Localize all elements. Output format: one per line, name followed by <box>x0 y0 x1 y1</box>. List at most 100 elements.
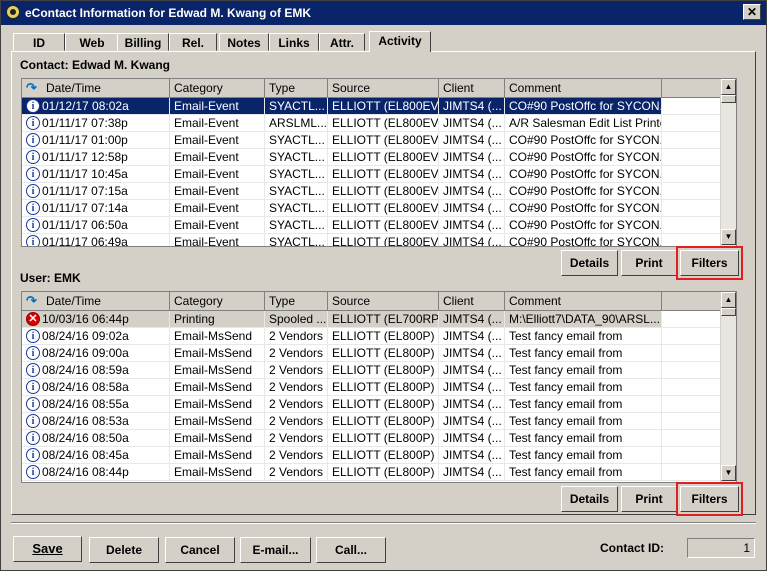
column-header-comment[interactable]: Comment <box>505 79 662 97</box>
cell-type: SYACTL... <box>265 234 328 246</box>
scroll-up-icon[interactable]: ▲ <box>721 79 736 95</box>
scroll-down-icon[interactable]: ▼ <box>721 465 736 481</box>
cell-blank <box>662 396 722 413</box>
table-row[interactable]: 01/11/17 10:45a Email-Event SYACTL... ELLIO… <box>22 166 722 183</box>
table-row[interactable]: 01/12/17 08:02a Email-Event SYACTL... ELLIO… <box>22 98 722 115</box>
cell-source: ELLIOTT (EL800EV) <box>328 149 439 166</box>
call-button[interactable]: Call... <box>316 537 386 563</box>
table-row[interactable]: 01/11/17 12:58p Email-Event SYACTL... ELLIO… <box>22 149 722 166</box>
table-row[interactable]: 08/24/16 09:02a Email-MsSend 2 Vendors ELLI… <box>22 328 722 345</box>
cell-client: JIMTS4 (... <box>439 413 505 430</box>
cell-comment: A/R Salesman Edit List Printe... <box>505 115 662 132</box>
table-row[interactable]: 08/24/16 08:59a Email-MsSend 2 Vendors ELLI… <box>22 362 722 379</box>
table-row[interactable]: 01/11/17 06:49a Email-Event SYACTL... ELLIO… <box>22 234 722 246</box>
contact-filters-button[interactable]: Filters <box>676 246 743 280</box>
table-row[interactable]: 08/24/16 08:53a Email-MsSend 2 Vendors ELLI… <box>22 413 722 430</box>
tab-notes[interactable]: Notes <box>219 33 269 51</box>
cell-client: JIMTS4 (... <box>439 396 505 413</box>
cell-client: JIMTS4 (... <box>439 379 505 396</box>
column-header-type[interactable]: Type <box>265 292 328 310</box>
save-label: Save <box>32 541 63 556</box>
info-icon: i <box>26 218 40 232</box>
cell-client: JIMTS4 (... <box>439 200 505 217</box>
cell-type: SYACTL... <box>265 149 328 166</box>
cell-comment: Test fancy email from <box>505 396 662 413</box>
user-filters-button[interactable]: Filters <box>676 482 743 516</box>
user-activity-grid[interactable]: Date/Time Category Type Source Client Comment… <box>21 291 737 483</box>
contact-section-label: Contact: Edwad M. Kwang <box>20 58 170 72</box>
vertical-scrollbar[interactable]: ▲ ▼ <box>720 292 736 482</box>
column-header-client[interactable]: Client <box>439 292 505 310</box>
table-row[interactable]: 08/24/16 09:00a Email-MsSend 2 Vendors ELLI… <box>22 345 722 362</box>
column-header-type[interactable]: Type <box>265 79 328 97</box>
table-row[interactable]: 08/24/16 08:45a Email-MsSend 2 Vendors ELLI… <box>22 447 722 464</box>
table-row[interactable]: 01/11/17 06:50a Email-Event SYACTL... ELLIO… <box>22 217 722 234</box>
cell-category: Email-Event <box>170 149 265 166</box>
sort-icon[interactable]: ↷ <box>26 81 37 95</box>
cell-blank <box>662 430 722 447</box>
column-header-source[interactable]: Source <box>328 79 439 97</box>
table-row[interactable]: 08/24/16 08:44p Email-MsSend 2 Vendors ELLI… <box>22 464 722 481</box>
table-row[interactable]: 08/24/16 08:55a Email-MsSend 2 Vendors ELLI… <box>22 396 722 413</box>
column-header-comment[interactable]: Comment <box>505 292 662 310</box>
info-icon: i <box>26 414 40 428</box>
cell-date: 01/11/17 01:00p <box>22 132 170 149</box>
contact-details-button[interactable]: Details <box>561 250 618 276</box>
scroll-thumb[interactable] <box>721 308 736 316</box>
cell-source: ELLIOTT (EL800P) <box>328 396 439 413</box>
table-row[interactable]: 08/24/16 08:50a Email-MsSend 2 Vendors ELLI… <box>22 430 722 447</box>
tab-activity[interactable]: Activity <box>369 31 431 52</box>
cell-source: ELLIOTT (EL800EV) <box>328 200 439 217</box>
scroll-down-icon[interactable]: ▼ <box>721 229 736 245</box>
table-row[interactable]: 10/03/16 06:44p Printing Spooled ... ELLIOT… <box>22 311 722 328</box>
tab-billing[interactable]: Billing <box>117 33 169 51</box>
close-button[interactable]: ✕ <box>743 4 761 20</box>
cell-date: 01/12/17 08:02a <box>22 98 170 115</box>
email-button[interactable]: E-mail... <box>240 537 311 563</box>
table-row[interactable]: 01/11/17 01:00p Email-Event SYACTL... ELLIO… <box>22 132 722 149</box>
cell-comment: Test fancy email from <box>505 447 662 464</box>
info-icon: i <box>26 116 40 130</box>
cell-comment: Test fancy email from <box>505 345 662 362</box>
contact-print-button[interactable]: Print <box>621 250 677 276</box>
column-header-source[interactable]: Source <box>328 292 439 310</box>
scroll-up-icon[interactable]: ▲ <box>721 292 736 308</box>
sort-icon[interactable]: ↷ <box>26 294 37 308</box>
cell-date: 01/11/17 07:15a <box>22 183 170 200</box>
cancel-button[interactable]: Cancel <box>165 537 235 563</box>
tab-links[interactable]: Links <box>269 33 319 51</box>
column-header-datetime[interactable]: Date/Time <box>22 79 170 97</box>
delete-button[interactable]: Delete <box>89 537 159 563</box>
tab-web[interactable]: Web <box>65 33 119 51</box>
cell-category: Email-Event <box>170 166 265 183</box>
cell-type: ARSLML... <box>265 115 328 132</box>
user-details-button[interactable]: Details <box>561 486 618 512</box>
scroll-thumb[interactable] <box>721 95 736 103</box>
cell-category: Email-Event <box>170 115 265 132</box>
column-header-client[interactable]: Client <box>439 79 505 97</box>
table-row[interactable]: 08/24/16 08:58a Email-MsSend 2 Vendors ELLI… <box>22 379 722 396</box>
save-button[interactable]: Save <box>13 536 82 562</box>
user-print-button[interactable]: Print <box>621 486 677 512</box>
vertical-scrollbar[interactable]: ▲ ▼ <box>720 79 736 246</box>
table-row[interactable]: 01/11/17 07:14a Email-Event SYACTL... ELLIO… <box>22 200 722 217</box>
column-header-datetime[interactable]: Date/Time <box>22 292 170 310</box>
cell-source: ELLIOTT (EL800EV) <box>328 234 439 246</box>
cell-blank <box>662 183 722 200</box>
cell-type: Spooled ... <box>265 311 328 328</box>
cell-source: ELLIOTT (EL700RP) <box>328 311 439 328</box>
contact-activity-grid[interactable]: Date/Time Category Type Source Client Comment… <box>21 78 737 247</box>
cell-comment: M:\Elliott7\DATA_90\ARSL... <box>505 311 662 328</box>
tab-attr[interactable]: Attr. <box>319 33 365 51</box>
cell-client: JIMTS4 (... <box>439 98 505 115</box>
cell-source: ELLIOTT (EL800EV) <box>328 217 439 234</box>
cell-type: 2 Vendors <box>265 362 328 379</box>
cell-category: Email-MsSend <box>170 362 265 379</box>
tab-id[interactable]: ID <box>13 33 65 51</box>
column-header-category[interactable]: Category <box>170 79 265 97</box>
tab-rel[interactable]: Rel. <box>169 33 217 51</box>
table-row[interactable]: 01/11/17 07:15a Email-Event SYACTL... ELLIO… <box>22 183 722 200</box>
table-row[interactable]: 01/11/17 07:38p Email-Event ARSLML... ELLIO… <box>22 115 722 132</box>
column-header-category[interactable]: Category <box>170 292 265 310</box>
cell-category: Email-Event <box>170 234 265 246</box>
